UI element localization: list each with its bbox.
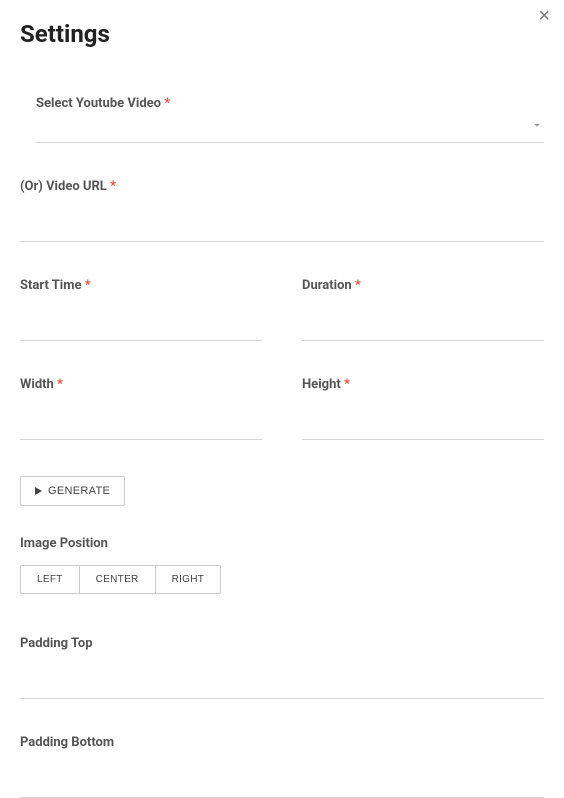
height-input[interactable] bbox=[302, 396, 544, 440]
duration-label-text: Duration bbox=[302, 278, 352, 293]
required-mark: * bbox=[54, 377, 63, 392]
image-position-label: Image Position bbox=[20, 536, 544, 551]
generate-button[interactable]: GENERATE bbox=[20, 476, 125, 506]
height-field: Height * bbox=[302, 377, 544, 440]
start-time-label-text: Start Time bbox=[20, 278, 82, 293]
padding-top-label: Padding Top bbox=[20, 636, 544, 651]
close-button[interactable]: × bbox=[538, 6, 550, 26]
width-label-text: Width bbox=[20, 377, 54, 392]
duration-input[interactable] bbox=[302, 297, 544, 341]
height-label-text: Height bbox=[302, 377, 341, 392]
required-mark: * bbox=[352, 278, 361, 293]
padding-bottom-label: Padding Bottom bbox=[20, 735, 544, 750]
image-position-right[interactable]: RIGHT bbox=[156, 566, 221, 593]
image-position-left[interactable]: LEFT bbox=[21, 566, 80, 593]
padding-top-input[interactable] bbox=[20, 655, 544, 699]
select-video-label: Select Youtube Video * bbox=[36, 96, 544, 111]
duration-field: Duration * bbox=[302, 278, 544, 341]
video-url-label-text: (Or) Video URL bbox=[20, 179, 107, 194]
width-field: Width * bbox=[20, 377, 262, 440]
height-label: Height * bbox=[302, 377, 544, 392]
select-video-field: Select Youtube Video * bbox=[36, 96, 544, 143]
required-mark: * bbox=[161, 96, 170, 111]
select-video-label-text: Select Youtube Video bbox=[36, 96, 161, 111]
play-icon bbox=[35, 487, 42, 495]
required-mark: * bbox=[82, 278, 91, 293]
required-mark: * bbox=[341, 377, 350, 392]
start-time-input[interactable] bbox=[20, 297, 262, 341]
video-url-field: (Or) Video URL * bbox=[20, 179, 544, 242]
video-url-label: (Or) Video URL * bbox=[20, 179, 544, 194]
start-time-label: Start Time * bbox=[20, 278, 262, 293]
width-label: Width * bbox=[20, 377, 262, 392]
close-icon: × bbox=[538, 5, 550, 27]
width-input[interactable] bbox=[20, 396, 262, 440]
padding-bottom-field: Padding Bottom bbox=[20, 735, 544, 798]
required-mark: * bbox=[107, 179, 116, 194]
image-position-group: Image Position LEFT CENTER RIGHT bbox=[20, 536, 544, 594]
page-title: Settings bbox=[20, 20, 544, 48]
image-position-segmented: LEFT CENTER RIGHT bbox=[20, 565, 221, 594]
select-youtube-video-input[interactable] bbox=[36, 115, 544, 143]
duration-label: Duration * bbox=[302, 278, 544, 293]
padding-top-field: Padding Top bbox=[20, 636, 544, 699]
generate-group: GENERATE bbox=[20, 476, 544, 506]
settings-panel: Settings Select Youtube Video * (Or) Vid… bbox=[0, 0, 564, 798]
video-url-input[interactable] bbox=[20, 198, 544, 242]
image-position-center[interactable]: CENTER bbox=[80, 566, 156, 593]
start-time-field: Start Time * bbox=[20, 278, 262, 341]
generate-button-label: GENERATE bbox=[48, 485, 110, 497]
padding-bottom-input[interactable] bbox=[20, 754, 544, 798]
